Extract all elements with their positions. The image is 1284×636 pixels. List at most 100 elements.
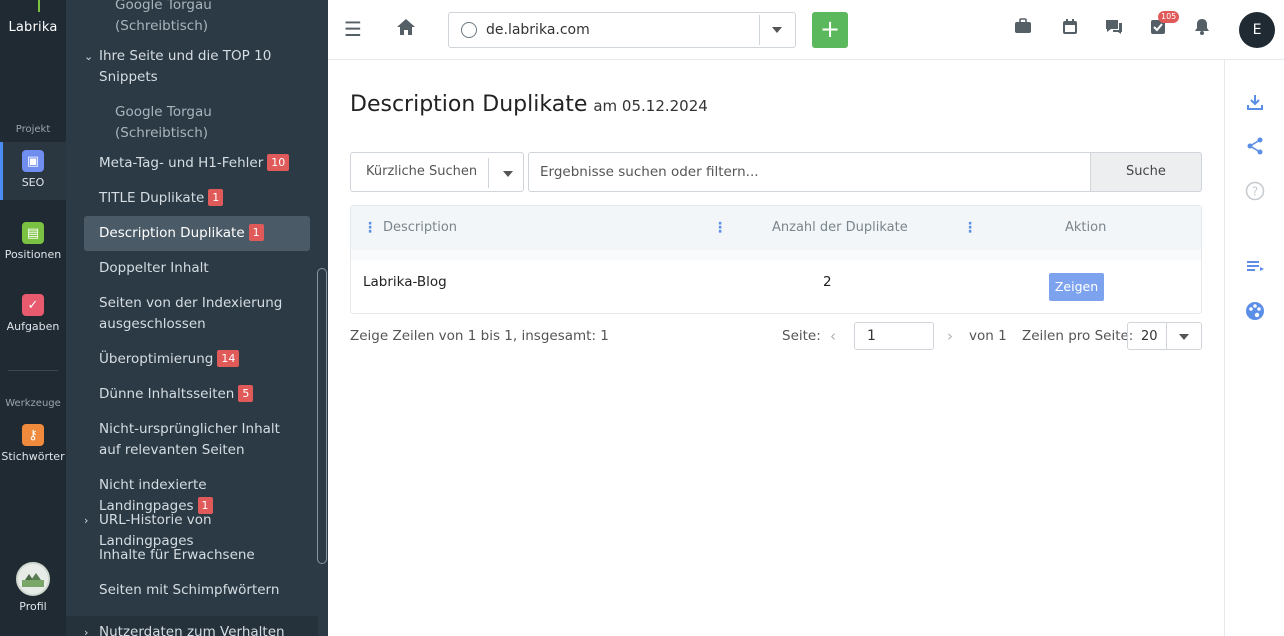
seo-icon: ▣ (22, 150, 44, 172)
rows-per-page-label: Zeilen pro Seite: (1022, 328, 1134, 344)
rail-item-label: Profil (19, 600, 47, 613)
sidebar-item-label: Seiten mit Schimpfwörtern (99, 582, 280, 598)
list-icon[interactable] (1245, 258, 1265, 278)
logo-accent (38, 0, 40, 12)
sidebar-scrollbar[interactable] (317, 268, 327, 564)
sidebar-item-top10-snippets[interactable]: ⌄ Ihre Seite und die TOP 10 Snippets (84, 46, 298, 88)
rail-divider (8, 370, 58, 371)
table-header-stripe (351, 250, 1201, 260)
app-logo[interactable]: Labrika (0, 20, 66, 35)
download-icon[interactable] (1245, 93, 1265, 113)
project-url: de.labrika.com (486, 22, 590, 38)
sidebar-item-erwachsene[interactable]: Inhalte für Erwachsene (99, 545, 298, 566)
section-label-project: Projekt (15, 124, 51, 135)
rail-item-positionen[interactable]: ▤ Positionen (0, 222, 66, 272)
page-title: Description Duplikate am 05.12.2024 (350, 92, 708, 117)
sidebar-item-duenne-inhaltsseiten[interactable]: Dünne Inhaltsseiten 5 (99, 384, 298, 405)
count-badge: 14 (217, 350, 240, 367)
svg-text:?: ? (1252, 185, 1258, 199)
recent-searches-label: Kürzliche Suchen (366, 164, 478, 179)
landscape-icon (22, 573, 44, 587)
check-icon: ✓ (22, 294, 44, 316)
sidebar-item-title-duplikate[interactable]: TITLE Duplikate 1 (99, 188, 298, 209)
user-avatar[interactable]: E (1239, 12, 1275, 48)
rail-item-profil[interactable]: Profil (0, 562, 66, 622)
chevron-down-icon[interactable] (1179, 334, 1189, 340)
table-header: ⋮ Description ⋮ Anzahl der Duplikate ⋮ A… (351, 206, 1201, 250)
profile-avatar (16, 562, 50, 596)
briefcase-icon[interactable] (1014, 18, 1032, 39)
sidebar-item-google-torgau-top[interactable]: Google Torgau (Schreibtisch) (115, 0, 298, 37)
sidebar-item-label: Google Torgau (Schreibtisch) (115, 104, 212, 141)
page-number-input[interactable] (854, 322, 934, 350)
sidebar-item-label: Ihre Seite und die TOP 10 Snippets (99, 48, 272, 85)
count-badge: 5 (238, 385, 254, 402)
sidebar-item-label: TITLE Duplikate (99, 190, 205, 206)
chart-icon: ▤ (22, 222, 44, 244)
recent-searches-select[interactable]: Kürzliche Suchen (350, 152, 524, 192)
rail-item-label: Aufgaben (6, 320, 60, 333)
count-badge: 10 (267, 154, 290, 171)
sidebar-item-label: Nutzerdaten zum Verhalten (99, 624, 285, 636)
sidebar-item-label: Nicht-ursprünglicher Inhalt auf relevant… (99, 421, 280, 458)
search-input[interactable] (528, 152, 1092, 192)
key-icon: ⚷ (22, 424, 44, 446)
palette-icon[interactable] (1245, 301, 1265, 321)
sidebar-item-nutzerdaten[interactable]: › Nutzerdaten zum Verhalten (84, 622, 318, 636)
project-url-select[interactable]: de.labrika.com (448, 12, 796, 48)
sidebar-item-label: Nicht indexierte Landingpages (99, 477, 207, 514)
chevron-right-icon: › (84, 626, 89, 636)
select-divider (759, 15, 760, 45)
count-badge: 1 (248, 224, 264, 241)
sidebar-item-google-torgau[interactable]: Google Torgau (Schreibtisch) (115, 102, 298, 144)
column-header-description[interactable]: Description (383, 220, 457, 235)
notification-count-badge: 105 (1158, 11, 1180, 23)
globe-icon (461, 22, 477, 38)
calendar-icon[interactable] (1062, 18, 1078, 40)
chat-icon[interactable] (1104, 18, 1124, 40)
chevron-left-icon[interactable]: ‹ (830, 327, 836, 345)
sidebar-item-nicht-urspruenglich[interactable]: Nicht-ursprünglicher Inhalt auf relevant… (99, 419, 298, 461)
rows-per-page-select[interactable]: 20 (1127, 322, 1202, 350)
search-button[interactable]: Suche (1090, 152, 1202, 192)
sidebar-item-schimpfwoerter[interactable]: Seiten mit Schimpfwörtern (99, 580, 298, 601)
show-button[interactable]: Zeigen (1049, 273, 1104, 301)
rail-item-label: SEO (21, 176, 45, 189)
sidebar: Google Torgau (Schreibtisch) ⌄ Ihre Seit… (66, 0, 328, 636)
bell-icon[interactable] (1194, 18, 1210, 40)
sidebar-item-description-duplikate[interactable]: Description Duplikate 1 (84, 216, 310, 251)
sidebar-item-meta-tag[interactable]: Meta-Tag- und H1-Fehler 10 (99, 153, 298, 174)
chevron-right-icon: › (84, 514, 89, 527)
column-menu-icon[interactable]: ⋮ (363, 220, 377, 236)
rail-item-stichwoerter[interactable]: ⚷ Stichwörter (0, 424, 66, 474)
sidebar-item-doppelter-inhalt[interactable]: Doppelter Inhalt (99, 258, 298, 279)
help-icon[interactable]: ? (1245, 181, 1265, 201)
home-icon[interactable] (396, 18, 416, 41)
column-header-count[interactable]: Anzahl der Duplikate (772, 220, 908, 235)
top-bar: ☰ de.labrika.com + 105 E (328, 0, 1284, 60)
page-total: von 1 (969, 328, 1007, 344)
chevron-down-icon[interactable] (503, 171, 513, 177)
hamburger-menu-icon[interactable]: ☰ (344, 17, 362, 41)
add-project-button[interactable]: + (812, 12, 848, 48)
sidebar-item-ueberoptimierung[interactable]: Überoptimierung 14 (99, 349, 298, 370)
column-menu-icon[interactable]: ⋮ (963, 220, 977, 236)
app-rail: Labrika Projekt ▣ SEO ▤ Positionen ✓ Auf… (0, 0, 66, 636)
sidebar-item-label: Inhalte für Erwachsene (99, 547, 255, 563)
page-label: Seite: (782, 328, 821, 344)
report-date: am 05.12.2024 (593, 97, 708, 115)
tasks-icon[interactable]: 105 (1150, 11, 1180, 40)
share-icon[interactable] (1245, 137, 1265, 157)
rail-item-label: Stichwörter (1, 450, 65, 463)
sidebar-item-label: Dünne Inhaltsseiten (99, 386, 235, 402)
chevron-right-icon[interactable]: › (947, 327, 953, 345)
rows-per-page-value: 20 (1141, 329, 1158, 344)
sidebar-item-label: Doppelter Inhalt (99, 260, 209, 276)
rail-item-aufgaben[interactable]: ✓ Aufgaben (0, 294, 66, 344)
page-title-text: Description Duplikate (350, 92, 588, 117)
sidebar-item-indexierung[interactable]: Seiten von der Indexierung ausgeschlosse… (99, 293, 298, 335)
sidebar-item-label: Meta-Tag- und H1-Fehler (99, 155, 264, 171)
rail-item-seo[interactable]: ▣ SEO (0, 142, 66, 200)
column-menu-icon[interactable]: ⋮ (713, 220, 727, 236)
chevron-down-icon[interactable] (772, 27, 782, 33)
